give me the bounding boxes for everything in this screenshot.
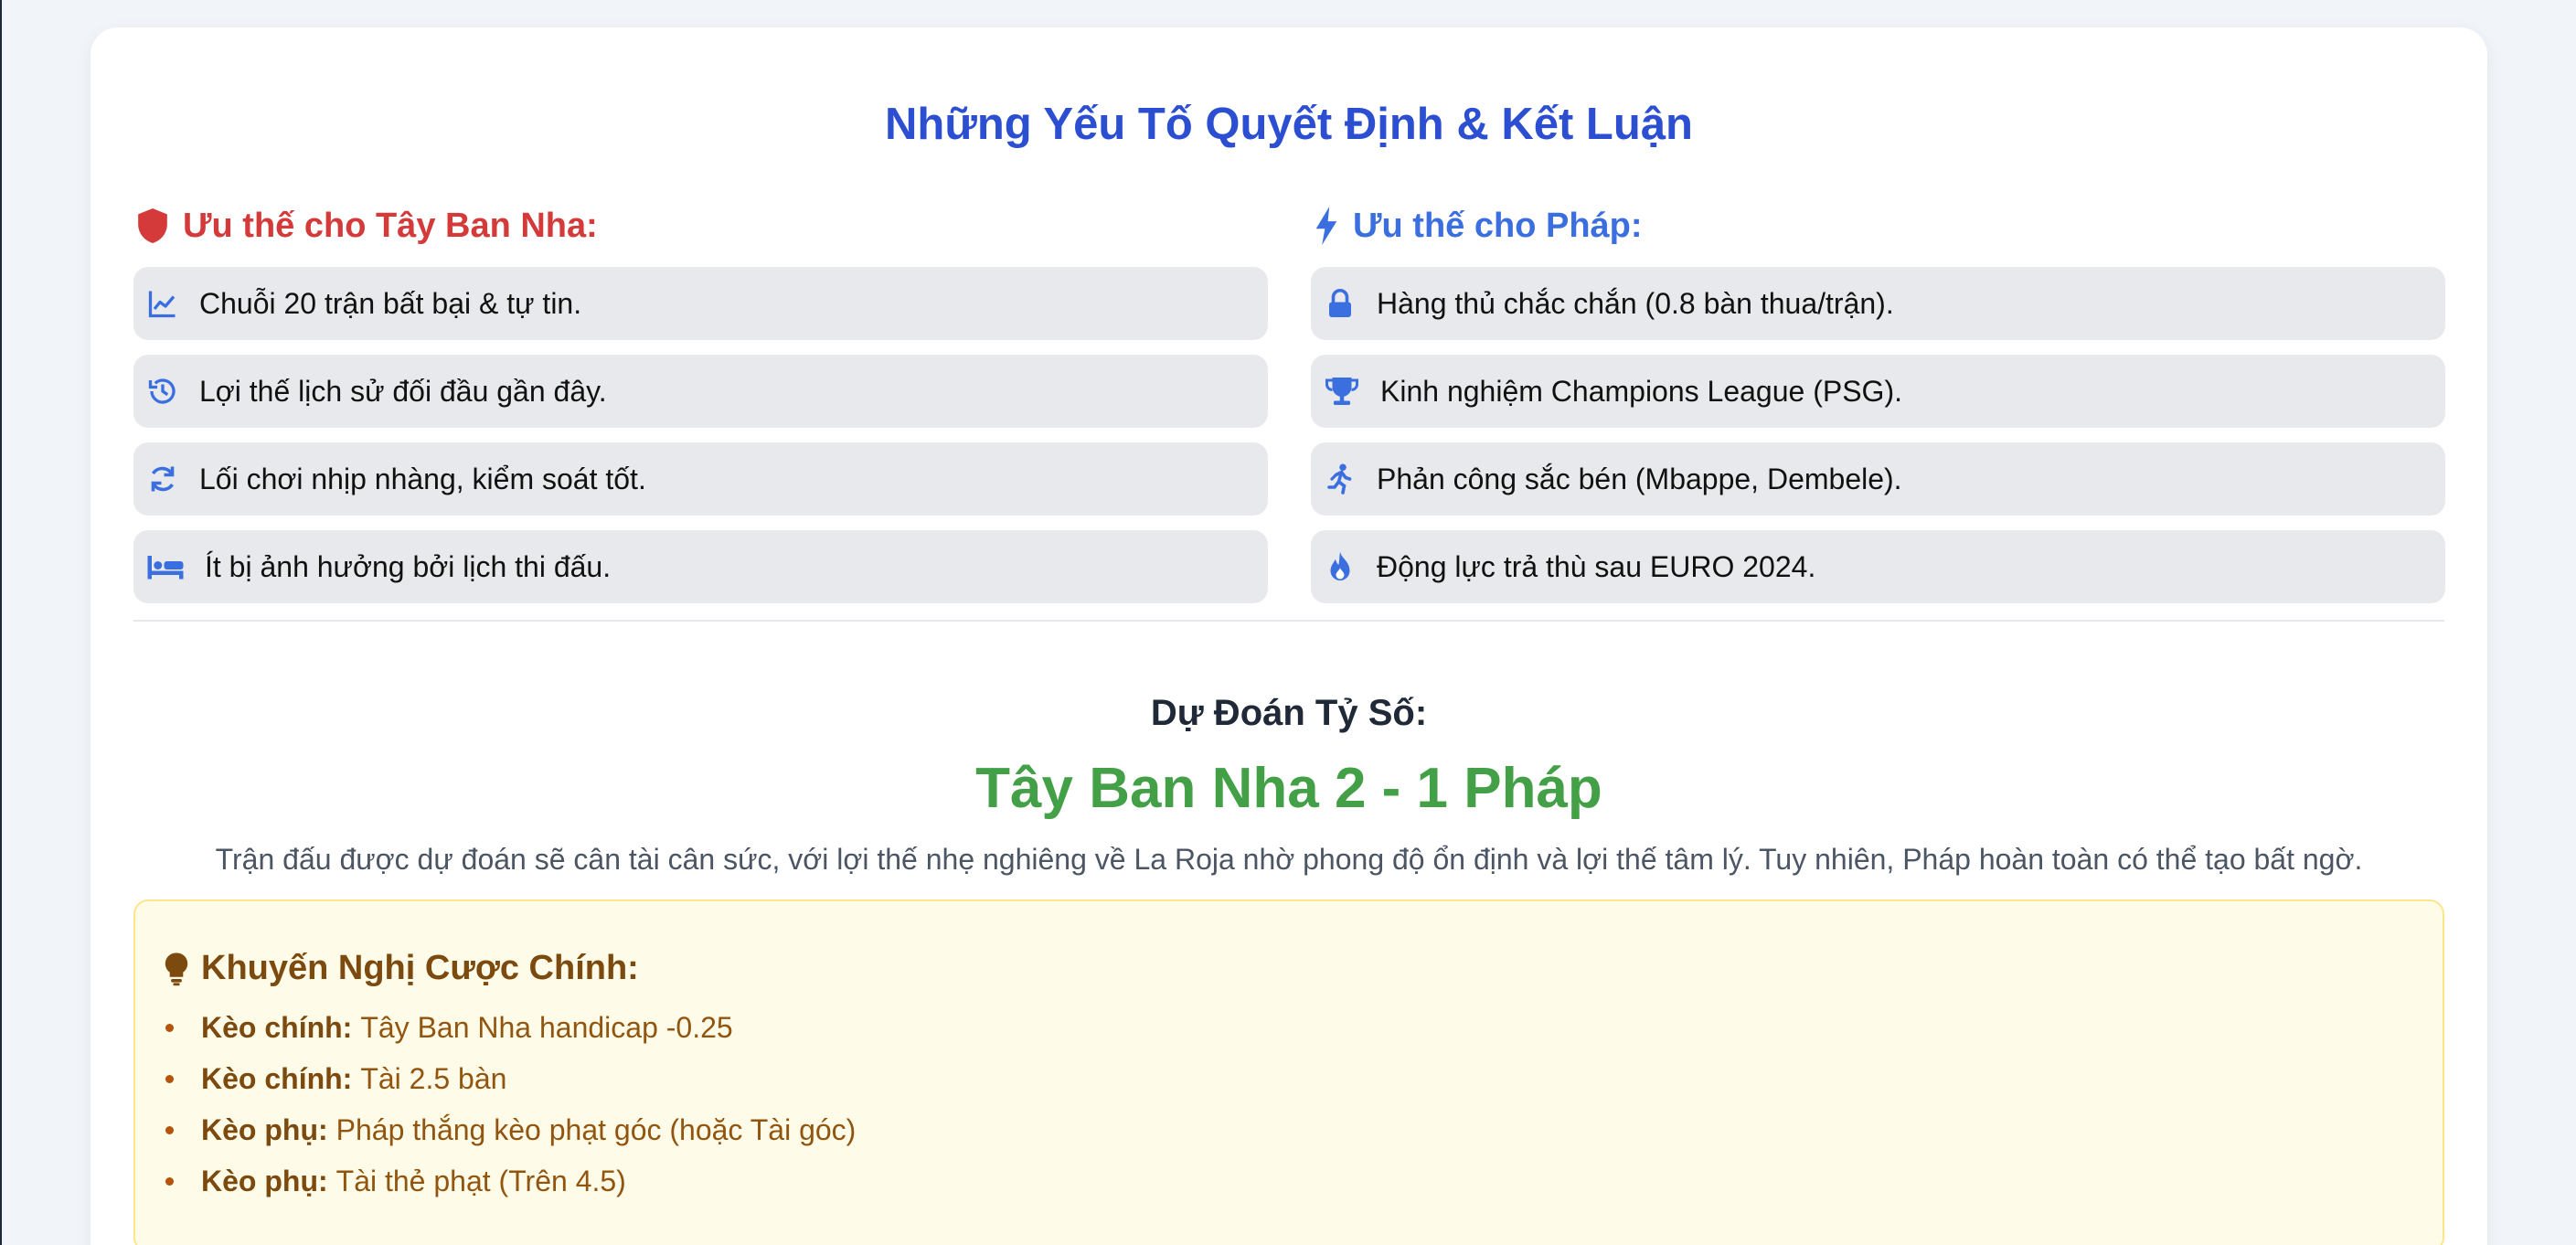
bullet xyxy=(165,1125,174,1134)
spain-item-text: Lối chơi nhịp nhàng, kiểm soát tốt. xyxy=(199,462,646,495)
france-item-text: Phản công sắc bén (Mbappe, Dembele). xyxy=(1377,462,1902,495)
france-item-3: Phản công sắc bén (Mbappe, Dembele). xyxy=(1311,442,2445,516)
bullet xyxy=(165,1176,174,1186)
list-item: Kèo chính: Tây Ban Nha handicap -0.25 xyxy=(163,1002,856,1053)
spain-item-2: Lợi thế lịch sử đối đầu gần đây. xyxy=(133,355,1268,428)
bullet xyxy=(165,1023,174,1032)
conclusion-card: Những Yếu Tố Quyết Định & Kết Luận Ưu th… xyxy=(90,27,2487,1245)
prediction-score: Tây Ban Nha 2 - 1 Pháp xyxy=(975,757,1602,820)
chart-line-icon xyxy=(146,287,179,320)
list-item: Kèo phụ: Tài thẻ phạt (Trên 4.5) xyxy=(163,1155,856,1207)
shield-icon xyxy=(135,207,170,245)
france-item-2: Kinh nghiệm Champions League (PSG). xyxy=(1311,355,2445,428)
bet-key: Kèo chính: xyxy=(201,1010,353,1044)
bullet xyxy=(165,1074,174,1083)
france-item-text: Động lực trả thù sau EURO 2024. xyxy=(1377,549,1816,583)
bet-key: Kèo phụ: xyxy=(201,1164,328,1197)
bet-value: Pháp thắng kèo phạt góc (hoặc Tài góc) xyxy=(335,1112,857,1146)
france-heading-label: Ưu thế cho Pháp: xyxy=(1353,206,1643,245)
bed-icon xyxy=(146,550,185,583)
bet-heading: Khuyến Nghị Cược Chính: xyxy=(163,949,639,988)
bet-key: Kèo phụ: xyxy=(201,1112,328,1146)
history-icon xyxy=(146,375,179,408)
bet-list: Kèo chính: Tây Ban Nha handicap -0.25 Kè… xyxy=(163,1002,856,1207)
france-advantages: Ưu thế cho Pháp: Hàng thủ chắc chắn (0.8… xyxy=(1311,199,2445,618)
bolt-icon xyxy=(1313,207,1340,245)
france-item-text: Hàng thủ chắc chắn (0.8 bàn thua/trận). xyxy=(1377,286,1894,320)
fire-icon xyxy=(1324,550,1357,583)
bet-recommendations: Khuyến Nghị Cược Chính: Kèo chính: Tây B… xyxy=(133,899,2444,1245)
prediction-label: Dự Đoán Tỷ Số: xyxy=(1150,693,1428,733)
list-item: Kèo chính: Tài 2.5 bàn xyxy=(163,1053,856,1104)
spain-item-text: Lợi thế lịch sử đối đầu gần đây. xyxy=(199,374,607,408)
bet-heading-label: Khuyến Nghị Cược Chính: xyxy=(201,949,639,987)
france-item-4: Động lực trả thù sau EURO 2024. xyxy=(1311,530,2445,603)
spain-item-text: Ít bị ảnh hưởng bởi lịch thi đấu. xyxy=(205,549,612,583)
france-item-1: Hàng thủ chắc chắn (0.8 bàn thua/trận). xyxy=(1311,267,2445,340)
spain-item-3: Lối chơi nhịp nhàng, kiểm soát tốt. xyxy=(133,442,1268,516)
trophy-icon xyxy=(1324,375,1360,408)
spain-heading: Ưu thế cho Tây Ban Nha: xyxy=(133,199,1268,252)
bet-value: Tài 2.5 bàn xyxy=(360,1061,507,1095)
spain-advantages: Ưu thế cho Tây Ban Nha: Chuỗi 20 trận bấ… xyxy=(133,199,1268,618)
window-edge xyxy=(0,0,2,1245)
lock-icon xyxy=(1324,287,1357,320)
france-heading: Ưu thế cho Pháp: xyxy=(1311,199,2445,252)
section-divider xyxy=(133,620,2444,622)
running-icon xyxy=(1324,463,1357,495)
section-title: Những Yếu Tố Quyết Định & Kết Luận xyxy=(885,100,1693,149)
spain-item-text: Chuỗi 20 trận bất bại & tự tin. xyxy=(199,286,582,320)
spain-item-1: Chuỗi 20 trận bất bại & tự tin. xyxy=(133,267,1268,340)
prediction-description: Trận đấu được dự đoán sẽ cân tài cân sức… xyxy=(215,843,2363,876)
spain-heading-label: Ưu thế cho Tây Ban Nha: xyxy=(183,206,598,245)
list-item: Kèo phụ: Pháp thắng kèo phạt góc (hoặc T… xyxy=(163,1104,856,1155)
bet-value: Tây Ban Nha handicap -0.25 xyxy=(360,1010,733,1044)
bet-key: Kèo chính: xyxy=(201,1061,353,1095)
spain-item-4: Ít bị ảnh hưởng bởi lịch thi đấu. xyxy=(133,530,1268,603)
lightbulb-icon xyxy=(163,952,190,986)
france-item-text: Kinh nghiệm Champions League (PSG). xyxy=(1380,374,1902,408)
bet-value: Tài thẻ phạt (Trên 4.5) xyxy=(335,1164,626,1197)
refresh-icon xyxy=(146,463,179,495)
